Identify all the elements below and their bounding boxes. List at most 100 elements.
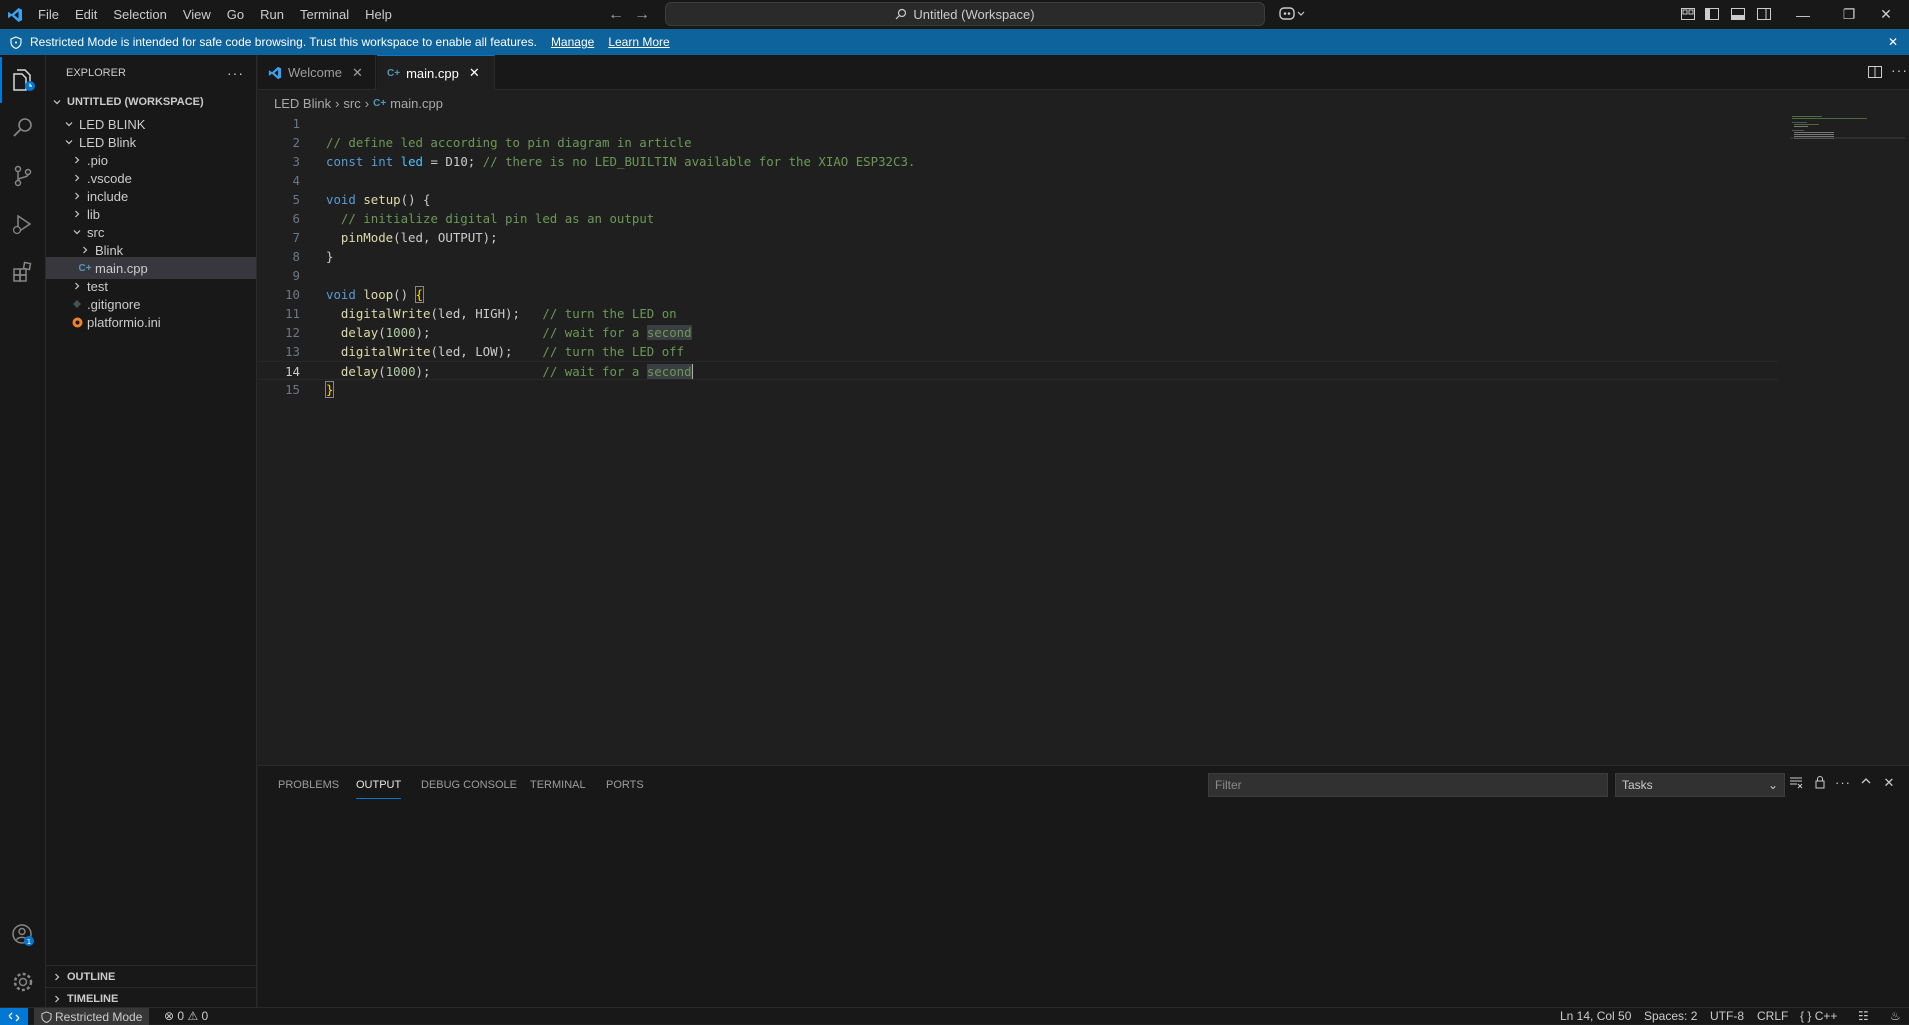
chevron-down-icon: [62, 135, 76, 149]
toggle-primary-sidebar-icon[interactable]: [1704, 6, 1720, 22]
tree-item-label: include: [87, 189, 128, 204]
tab-main-cpp[interactable]: C+ main.cpp ✕: [377, 55, 495, 90]
split-editor-icon[interactable]: [1867, 64, 1883, 80]
code-editor[interactable]: 1 2// define led according to pin diagra…: [258, 114, 1778, 764]
more-actions-icon[interactable]: ···: [1834, 775, 1852, 795]
panel-tab-ports[interactable]: PORTS: [606, 766, 644, 804]
settings-gear-icon[interactable]: [0, 959, 46, 1005]
minimap[interactable]: [1790, 114, 1905, 144]
select-value: Tasks: [1622, 778, 1653, 792]
window-close-icon[interactable]: ✕: [1863, 0, 1909, 29]
chevron-right-icon: [70, 207, 84, 221]
source-control-icon[interactable]: [0, 153, 46, 199]
close-panel-icon[interactable]: ✕: [1880, 775, 1898, 795]
close-icon[interactable]: ✕: [1883, 32, 1903, 52]
timeline-label: TIMELINE: [67, 993, 118, 1005]
banner-message: Restricted Mode is intended for safe cod…: [30, 35, 537, 49]
chevron-right-icon: [50, 970, 64, 984]
tree-item-label: test: [87, 279, 108, 294]
chevron-right-icon: [78, 243, 92, 257]
customize-layout-icon[interactable]: [1680, 6, 1696, 22]
output-filter-input[interactable]: Filter: [1208, 773, 1608, 797]
code-line: 2// define led according to pin diagram …: [258, 133, 1778, 152]
menu-file[interactable]: File: [30, 0, 67, 29]
panel-tab-debug-console[interactable]: DEBUG CONSOLE: [421, 766, 517, 804]
search-icon: [895, 8, 907, 20]
manage-link[interactable]: Manage: [551, 35, 594, 49]
arrow-left-icon[interactable]: ←: [608, 0, 624, 29]
chevron-down-icon: [62, 117, 76, 131]
vscode-logo-icon: [268, 66, 282, 80]
minimize-icon[interactable]: —: [1780, 0, 1826, 29]
menu-edit[interactable]: Edit: [67, 0, 105, 29]
chevron-right-icon: ›: [335, 96, 339, 111]
more-actions-icon[interactable]: ···: [227, 65, 244, 81]
code-line: 15}: [258, 380, 1778, 399]
panel-tab-problems[interactable]: PROBLEMS: [278, 766, 339, 804]
command-center[interactable]: Untitled (Workspace): [665, 2, 1265, 26]
tab-label: Welcome: [288, 65, 342, 80]
close-icon[interactable]: ✕: [469, 65, 480, 81]
close-icon[interactable]: ✕: [352, 65, 363, 81]
chevron-right-icon: [70, 279, 84, 293]
breadcrumb-item[interactable]: src: [343, 96, 360, 111]
menu-run[interactable]: Run: [252, 0, 292, 29]
encoding[interactable]: UTF-8: [1710, 1008, 1744, 1025]
clear-output-icon[interactable]: [1787, 775, 1805, 795]
problems-status[interactable]: ⊗ 0 ⚠ 0: [164, 1008, 208, 1025]
breadcrumb-item[interactable]: main.cpp: [390, 96, 443, 111]
code-line: 11 digitalWrite(led, HIGH); // turn the …: [258, 304, 1778, 323]
tree-item-label: lib: [87, 207, 100, 222]
learn-more-link[interactable]: Learn More: [608, 35, 669, 49]
menu-view[interactable]: View: [175, 0, 219, 29]
output-channel-select[interactable]: Tasks ⌄: [1615, 773, 1785, 797]
tab-welcome[interactable]: Welcome ✕: [258, 55, 376, 90]
language-mode[interactable]: { } C++: [1800, 1008, 1837, 1025]
copilot-icon[interactable]: [1278, 4, 1308, 24]
code-line: 9: [258, 266, 1778, 285]
outline-label: OUTLINE: [67, 971, 115, 983]
code-line: 8}: [258, 247, 1778, 266]
tree-item-platformio[interactable]: platformio.ini: [46, 311, 256, 333]
code-line: 12 delay(1000); // wait for a second: [258, 323, 1778, 342]
search-icon[interactable]: [0, 105, 46, 151]
workspace-section[interactable]: UNTITLED (WORKSPACE): [46, 91, 256, 113]
extensions-icon[interactable]: [0, 249, 46, 295]
menu-terminal[interactable]: Terminal: [292, 0, 357, 29]
menu-go[interactable]: Go: [219, 0, 252, 29]
panel-tab-terminal[interactable]: TERMINAL: [530, 766, 586, 804]
code-line: 10void loop() {: [258, 285, 1778, 304]
language-label: C++: [1815, 1009, 1838, 1023]
toggle-secondary-sidebar-icon[interactable]: [1756, 6, 1772, 22]
panel-tab-output[interactable]: OUTPUT: [356, 772, 401, 799]
toggle-panel-icon[interactable]: [1730, 6, 1746, 22]
chevron-down-icon: [50, 95, 64, 109]
accounts-icon[interactable]: 1: [0, 912, 46, 958]
arrow-right-icon[interactable]: →: [634, 0, 650, 29]
bottom-panel: PROBLEMS OUTPUT DEBUG CONSOLE TERMINAL P…: [258, 765, 1909, 1007]
tree-item-label: src: [87, 225, 104, 240]
end-of-line[interactable]: CRLF: [1757, 1008, 1788, 1025]
chevron-right-icon: ›: [365, 96, 369, 111]
notifications-bell-icon[interactable]: ♨: [1890, 1008, 1901, 1025]
menu-help[interactable]: Help: [357, 0, 400, 29]
indentation[interactable]: Spaces: 2: [1644, 1008, 1697, 1025]
braces-icon: { }: [1800, 1009, 1811, 1023]
copilot-status-icon[interactable]: ☷: [1858, 1008, 1869, 1025]
maximize-panel-icon[interactable]: [1857, 775, 1875, 795]
more-actions-icon[interactable]: ···: [1891, 62, 1908, 78]
restricted-mode-status[interactable]: Restricted Mode: [34, 1008, 149, 1025]
timeline-section[interactable]: TIMELINE: [46, 987, 256, 1009]
breadcrumb-item[interactable]: LED Blink: [274, 96, 331, 111]
remote-icon[interactable]: [0, 1008, 28, 1025]
activity-bar: 1: [0, 55, 46, 1007]
tree-item-label: .vscode: [87, 171, 132, 186]
chevron-right-icon: [70, 171, 84, 185]
explorer-icon[interactable]: [0, 57, 46, 103]
outline-section[interactable]: OUTLINE: [46, 965, 256, 987]
lock-icon[interactable]: [1811, 775, 1829, 795]
explorer-title: EXPLORER: [46, 55, 256, 91]
run-debug-icon[interactable]: [0, 201, 46, 247]
menu-selection[interactable]: Selection: [105, 0, 174, 29]
cursor-position[interactable]: Ln 14, Col 50: [1560, 1008, 1631, 1025]
